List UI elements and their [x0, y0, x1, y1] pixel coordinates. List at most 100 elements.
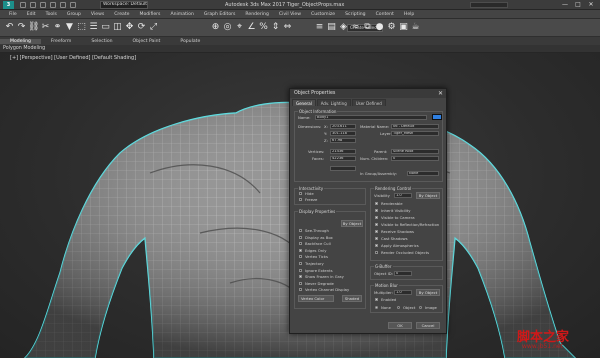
render-setup-icon[interactable]: ⚙ [386, 22, 397, 33]
bind-icon[interactable]: ⚭ [52, 22, 63, 33]
select-by-name-icon[interactable]: ☰ [88, 22, 99, 33]
schematic-icon[interactable]: ⧉ [362, 22, 373, 33]
checkbox-see-through[interactable] [299, 229, 302, 232]
save-file-icon[interactable] [40, 2, 46, 8]
link-icon[interactable]: ⛓ [28, 22, 39, 33]
window-crossing-icon[interactable]: ◫ [112, 22, 123, 33]
viewport-label[interactable]: [+] [Perspective] [User Defined] [Defaul… [10, 55, 136, 61]
material-editor-icon[interactable]: ● [374, 22, 385, 33]
menu-item-tools[interactable]: Tools [41, 10, 62, 19]
dialog-tab-general[interactable]: General [292, 99, 316, 106]
menu-item-views[interactable]: Views [86, 10, 109, 19]
menu-item-animation[interactable]: Animation [165, 10, 198, 19]
object-name-field[interactable]: Body1 [315, 115, 427, 120]
project-folder-icon[interactable] [70, 2, 76, 8]
align-icon[interactable]: ≡ [314, 22, 325, 33]
open-file-icon[interactable] [30, 2, 36, 8]
move-icon[interactable]: ✥ [124, 22, 135, 33]
mirror-icon[interactable]: ⇔ [282, 22, 293, 33]
checkbox-render-occluded-objects[interactable] [375, 251, 378, 254]
workspace-dropdown[interactable]: Workspace: Default [100, 1, 148, 9]
ribbon-panel-label[interactable]: Polygon Modeling [3, 45, 45, 53]
angle-snap-icon[interactable]: ∠ [246, 22, 257, 33]
checkbox-edges-only[interactable] [299, 248, 302, 252]
percent-snap-icon[interactable]: % [258, 22, 269, 33]
radio-none[interactable] [375, 306, 378, 309]
vertex-color-dropdown[interactable]: Vertex Color [298, 295, 334, 302]
checkbox-show-frozen-in-gray[interactable] [299, 275, 302, 279]
sign-in-field[interactable] [470, 2, 508, 8]
checkbox-vertex-ticks[interactable] [299, 255, 302, 259]
menu-item-help[interactable]: Help [399, 10, 419, 19]
multiplier-value[interactable]: 1.0 [394, 290, 412, 295]
undo-icon[interactable]: ↶ [4, 22, 15, 33]
ribbon-tab-object-paint[interactable]: Object Paint [123, 39, 171, 44]
rotate-icon[interactable]: ⟳ [136, 22, 147, 33]
checkbox-cast-shadows[interactable] [375, 237, 378, 240]
dialog-tab-user-defined[interactable]: User Defined [351, 99, 386, 106]
unlink-icon[interactable]: ✂ [40, 22, 51, 33]
graphite-icon[interactable]: ◈ [338, 22, 349, 33]
snap-icon[interactable]: ⌖ [234, 22, 245, 33]
radio-image[interactable] [419, 306, 422, 309]
new-file-icon[interactable] [20, 2, 26, 8]
menu-item-content[interactable]: Content [371, 10, 399, 19]
curve-editor-icon[interactable]: ≈ [350, 22, 361, 33]
motion-enabled-checkbox[interactable] [375, 298, 378, 301]
visibility-value[interactable]: 1.0 [394, 193, 412, 198]
ribbon-tab-selection[interactable]: Selection [81, 39, 122, 44]
checkbox-visible-to-camera[interactable] [375, 216, 378, 219]
maximize-button[interactable]: □ [573, 1, 583, 9]
motion-by-object-button[interactable]: By Object [416, 289, 440, 296]
checkbox-never-degrade[interactable] [299, 281, 302, 285]
app-logo-icon[interactable]: 3 [3, 1, 14, 9]
menu-item-civil-view[interactable]: Civil View [274, 10, 306, 19]
reference-coord-icon[interactable]: ⊕ [210, 22, 221, 33]
menu-item-modifiers[interactable]: Modifiers [134, 10, 165, 19]
display-by-object-button[interactable]: By Object [341, 220, 363, 227]
render-icon[interactable]: ☕ [410, 22, 421, 33]
ok-button[interactable]: OK [388, 322, 412, 329]
checkbox-display-as-box[interactable] [299, 235, 302, 239]
menu-item-file[interactable]: File [4, 10, 22, 19]
checkbox-hide[interactable] [299, 192, 302, 195]
checkbox-receive-shadows[interactable] [375, 230, 378, 233]
ribbon-tab-freeform[interactable]: Freeform [41, 39, 81, 44]
cancel-button[interactable]: Cancel [416, 322, 440, 329]
spinner-snap-icon[interactable]: ⇕ [270, 22, 281, 33]
layer-icon[interactable]: ▤ [326, 22, 337, 33]
scale-icon[interactable]: ⤢ [148, 22, 159, 33]
checkbox-inherit-visibility[interactable] [375, 209, 378, 212]
radio-object[interactable] [397, 306, 400, 309]
menu-item-group[interactable]: Group [62, 10, 86, 19]
menu-item-rendering[interactable]: Rendering [240, 10, 273, 19]
rect-select-icon[interactable]: ▭ [100, 22, 111, 33]
undo-quick-icon[interactable] [50, 2, 56, 8]
ribbon-tab-modeling[interactable]: Modeling [0, 38, 41, 44]
menu-item-graph-editors[interactable]: Graph Editors [199, 10, 241, 19]
pivot-icon[interactable]: ◎ [222, 22, 233, 33]
checkbox-vertex-channel-display[interactable] [299, 288, 302, 292]
select-icon[interactable]: ⬚ [76, 22, 87, 33]
checkbox-ignore-extents[interactable] [299, 268, 302, 272]
redo-quick-icon[interactable] [60, 2, 66, 8]
menu-item-edit[interactable]: Edit [22, 10, 41, 19]
checkbox-backface-cull[interactable] [299, 242, 302, 246]
dialog-close-icon[interactable]: ✕ [438, 89, 443, 98]
redo-icon[interactable]: ↷ [16, 22, 27, 33]
checkbox-freeze[interactable] [299, 198, 302, 201]
checkbox-visible-to-reflection-refraction[interactable] [375, 223, 378, 226]
object-id-value[interactable]: 0 [394, 271, 412, 276]
minimize-button[interactable]: — [560, 1, 570, 9]
filter-icon[interactable]: ▼ [64, 22, 75, 33]
checkbox-apply-atmospherics[interactable] [375, 244, 378, 247]
checkbox-trajectory[interactable] [299, 262, 302, 265]
ribbon-tab-populate[interactable]: Populate [170, 39, 210, 44]
object-color-swatch[interactable] [432, 114, 442, 120]
render-by-object-button[interactable]: By Object [416, 192, 440, 199]
render-frame-icon[interactable]: ▣ [398, 22, 409, 33]
dialog-tab-adv-lighting[interactable]: Adv. Lighting [316, 99, 351, 106]
close-button[interactable]: ✕ [586, 1, 596, 9]
menu-item-customize[interactable]: Customize [306, 10, 340, 19]
menu-item-create[interactable]: Create [109, 10, 134, 19]
